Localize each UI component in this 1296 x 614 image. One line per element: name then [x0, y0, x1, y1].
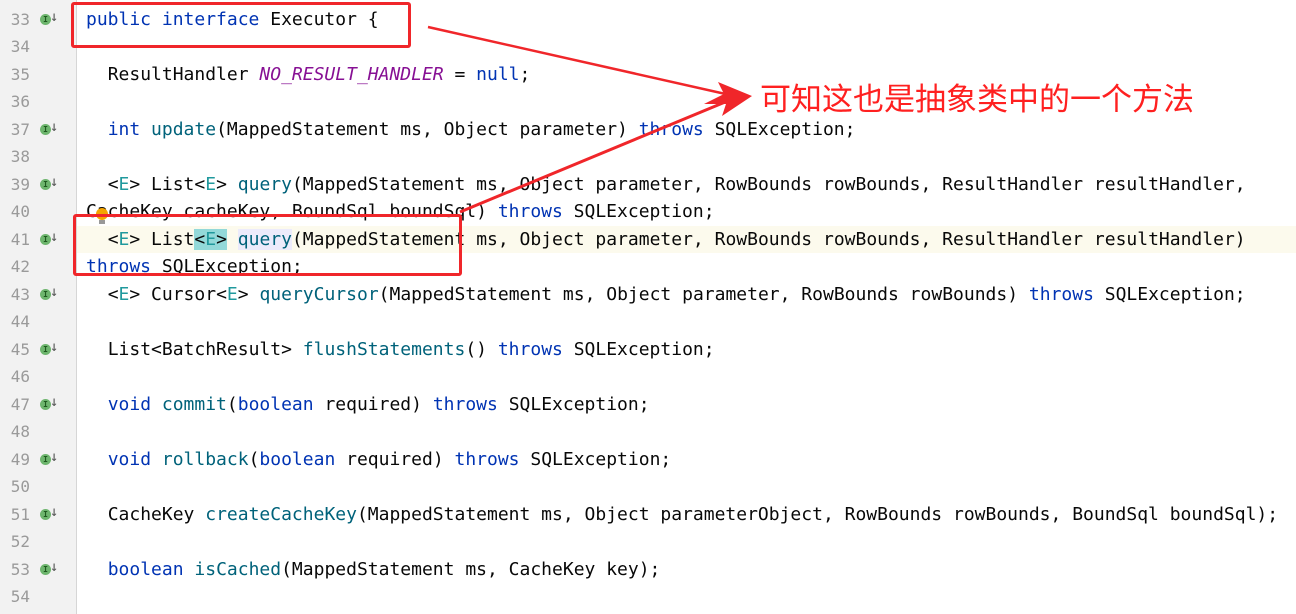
arrowhead-icon: [704, 82, 752, 116]
arrow-line-from-query: [459, 98, 731, 214]
arrow-line-from-interface: [427, 25, 731, 97]
annotation-note: 可知这也是抽象类中的一个方法: [760, 82, 1194, 118]
